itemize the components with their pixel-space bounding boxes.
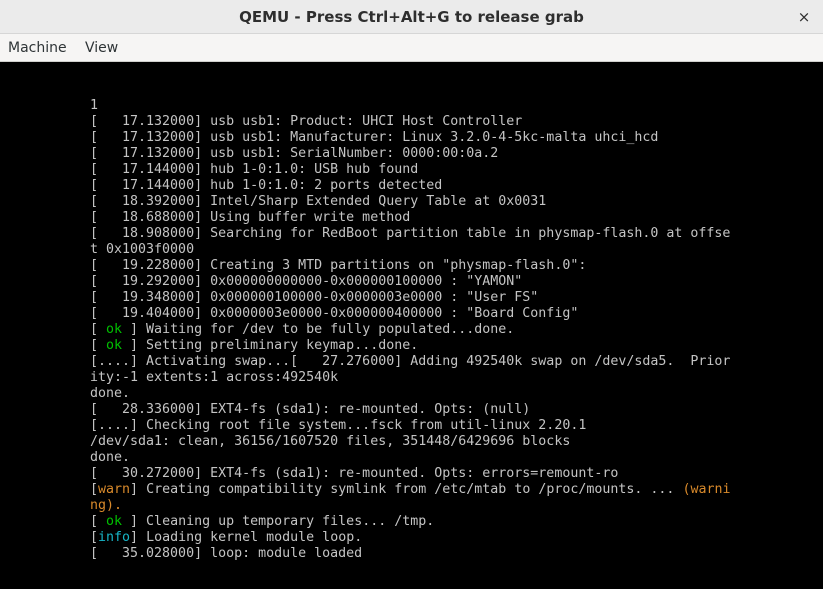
console-open: [ xyxy=(90,482,99,497)
menu-machine[interactable]: Machine xyxy=(8,34,67,62)
qemu-window: QEMU - Press Ctrl+Alt+G to release grab … xyxy=(0,0,823,589)
menu-bar: Machine View xyxy=(0,34,823,62)
console-text: t 0x1003f0000 xyxy=(90,242,195,257)
console-line: t 0x1003f0000 xyxy=(90,242,730,258)
console-line: [ 35.028000] loop: module loaded xyxy=(90,546,730,562)
console-text: [ 19.348000] 0x000000100000-0x0000003e00… xyxy=(90,290,539,305)
window-title: QEMU - Press Ctrl+Alt+G to release grab xyxy=(239,8,584,26)
console-text: [....] Checking root file system...fsck … xyxy=(90,418,587,433)
title-bar[interactable]: QEMU - Press Ctrl+Alt+G to release grab … xyxy=(0,0,823,34)
console-line: [ 19.348000] 0x000000100000-0x0000003e00… xyxy=(90,290,730,306)
console-text: [ 17.132000] usb usb1: Product: UHCI Hos… xyxy=(90,114,523,129)
console-warn-tail: (warni xyxy=(682,482,731,497)
console-line: ity:-1 extents:1 across:492540k xyxy=(90,370,730,386)
console-info-tag: info xyxy=(98,530,131,545)
console-line: [ 30.272000] EXT4-fs (sda1): re-mounted.… xyxy=(90,466,730,482)
console-text: [ 28.336000] EXT4-fs (sda1): re-mounted.… xyxy=(90,402,531,417)
console-text: [ 17.144000] hub 1-0:1.0: 2 ports detect… xyxy=(90,178,443,193)
console-text: [ 19.228000] Creating 3 MTD partitions o… xyxy=(90,258,587,273)
console-close: ] xyxy=(122,338,139,353)
console-line: [ 17.132000] usb usb1: Product: UHCI Hos… xyxy=(90,114,730,130)
console-line: [ 19.228000] Creating 3 MTD partitions o… xyxy=(90,258,730,274)
console-line: [ 19.292000] 0x000000000000-0x0000001000… xyxy=(90,274,730,290)
console-line: ng). xyxy=(90,498,730,514)
console-line: /dev/sda1: clean, 36156/1607520 files, 3… xyxy=(90,434,730,450)
console-text: [ 19.404000] 0x0000003e0000-0x0000004000… xyxy=(90,306,579,321)
console-line: [ 18.688000] Using buffer write method xyxy=(90,210,730,226)
console-open: [ xyxy=(90,514,107,529)
console-line: [ 17.144000] hub 1-0:1.0: 2 ports detect… xyxy=(90,178,730,194)
console-text: [....] Activating swap...[ 27.276000] Ad… xyxy=(90,354,731,369)
console-line: 1 xyxy=(90,98,730,114)
console-line: [ ok ] Cleaning up temporary files... /t… xyxy=(90,514,730,530)
console-text: done. xyxy=(90,386,131,401)
console-text: ity:-1 extents:1 across:492540k xyxy=(90,370,339,385)
console-close: ] xyxy=(122,322,139,337)
console-line: [ 19.404000] 0x0000003e0000-0x0000004000… xyxy=(90,306,730,322)
console-text: [ 18.392000] Intel/Sharp Extended Query … xyxy=(90,194,547,209)
console-close: ] xyxy=(130,530,139,545)
console-close: ] xyxy=(130,482,139,497)
console-text: [ 17.132000] usb usb1: SerialNumber: 000… xyxy=(90,146,499,161)
console-open: [ xyxy=(90,322,107,337)
console-close: ] xyxy=(122,514,139,529)
console-line: [....] Checking root file system...fsck … xyxy=(90,418,730,434)
console-line: [....] Activating swap...[ 27.276000] Ad… xyxy=(90,354,730,370)
console-text: [ 18.688000] Using buffer write method xyxy=(90,210,411,225)
console-text: done. xyxy=(90,450,131,465)
console-line: [ 17.144000] hub 1-0:1.0: USB hub found xyxy=(90,162,730,178)
console-line: [ 18.392000] Intel/Sharp Extended Query … xyxy=(90,194,730,210)
console-line: [ 17.132000] usb usb1: Manufacturer: Lin… xyxy=(90,130,730,146)
console-open: [ xyxy=(90,530,99,545)
console-warn-tag: warn xyxy=(98,482,131,497)
console-text: /dev/sda1: clean, 36156/1607520 files, 3… xyxy=(90,434,571,449)
console-text: [ 35.028000] loop: module loaded xyxy=(90,546,363,561)
console-rest: Loading kernel module loop. xyxy=(138,530,363,545)
console-line: [ 18.908000] Searching for RedBoot parti… xyxy=(90,226,730,242)
console-ok-tag: ok xyxy=(106,514,123,529)
console-text: [ 19.292000] 0x000000000000-0x0000001000… xyxy=(90,274,523,289)
console-line: [ 17.132000] usb usb1: SerialNumber: 000… xyxy=(90,146,730,162)
console-ok-tag: ok xyxy=(106,322,123,337)
console-line: [ ok ] Waiting for /dev to be fully popu… xyxy=(90,322,730,338)
console-line: [info] Loading kernel module loop. xyxy=(90,530,730,546)
console-rest: Creating compatibility symlink from /etc… xyxy=(138,482,683,497)
console-rest: Waiting for /dev to be fully populated..… xyxy=(138,322,515,337)
console-line: [ 28.336000] EXT4-fs (sda1): re-mounted.… xyxy=(90,402,730,418)
console-rest: Cleaning up temporary files... /tmp. xyxy=(138,514,435,529)
console-text: [ 18.908000] Searching for RedBoot parti… xyxy=(90,226,731,241)
close-icon: × xyxy=(797,8,811,26)
console-text: [ 17.132000] usb usb1: Manufacturer: Lin… xyxy=(90,130,659,145)
console-ok-tag: ok xyxy=(106,338,123,353)
close-button[interactable]: × xyxy=(793,6,815,28)
console-rest: Setting preliminary keymap...done. xyxy=(138,338,419,353)
console-warn-tail_only: ng). xyxy=(90,498,123,513)
menu-view[interactable]: View xyxy=(85,34,118,62)
vm-display[interactable]: 1[ 17.132000] usb usb1: Product: UHCI Ho… xyxy=(0,62,823,589)
console-text: [ 17.144000] hub 1-0:1.0: USB hub found xyxy=(90,162,419,177)
console-line: [ ok ] Setting preliminary keymap...done… xyxy=(90,338,730,354)
console-output: 1[ 17.132000] usb usb1: Product: UHCI Ho… xyxy=(90,98,730,562)
console-open: [ xyxy=(90,338,107,353)
console-line: [warn] Creating compatibility symlink fr… xyxy=(90,482,730,498)
console-line: done. xyxy=(90,386,730,402)
console-line: done. xyxy=(90,450,730,466)
console-text: 1 xyxy=(90,98,99,113)
console-text: [ 30.272000] EXT4-fs (sda1): re-mounted.… xyxy=(90,466,619,481)
